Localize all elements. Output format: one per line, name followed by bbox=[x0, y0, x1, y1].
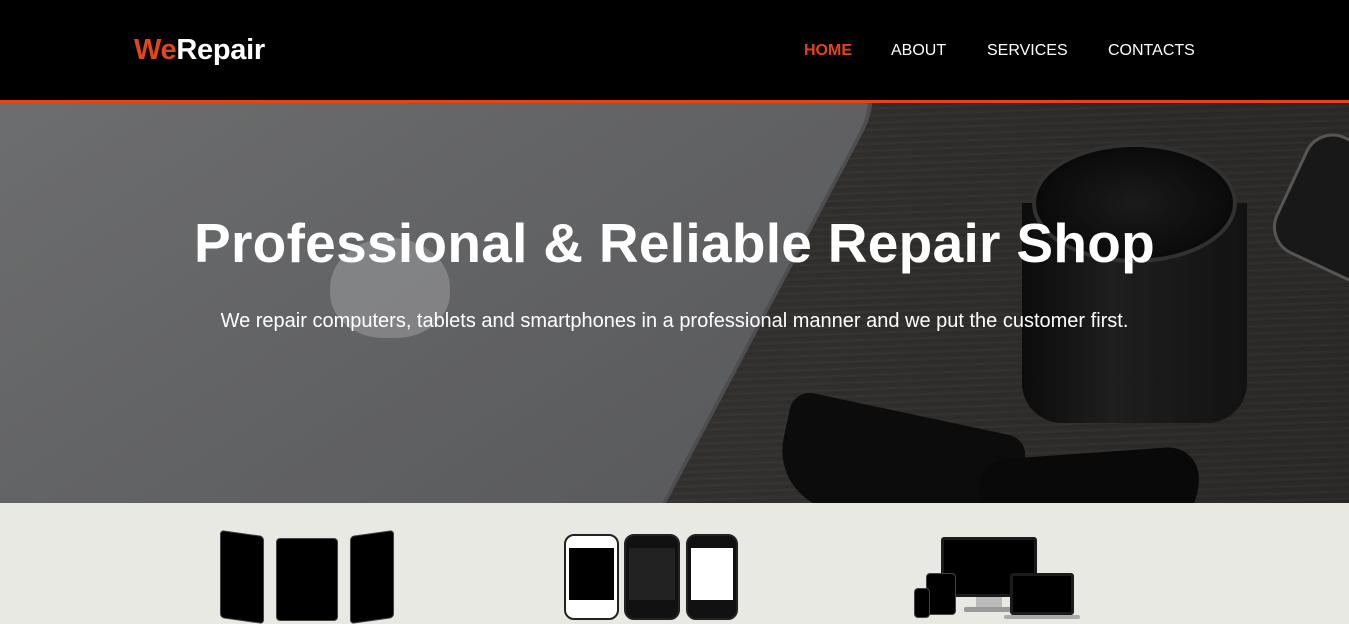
hero-subtitle: We repair computers, tablets and smartph… bbox=[220, 310, 1129, 332]
nav-contacts[interactable]: CONTACTS bbox=[1108, 42, 1195, 60]
computers-icon bbox=[914, 533, 1084, 621]
tablets-icon bbox=[218, 529, 396, 624]
services-section bbox=[0, 503, 1349, 624]
hero-overlay bbox=[0, 103, 1349, 503]
nav-about[interactable]: ABOUT bbox=[891, 42, 946, 60]
nav-home[interactable]: HOME bbox=[804, 42, 852, 60]
hero-section: Professional & Reliable Repair Shop We r… bbox=[0, 103, 1349, 503]
hero-title: Professional & Reliable Repair Shop bbox=[193, 212, 1156, 274]
logo-part-repair: Repair bbox=[176, 34, 265, 66]
nav-services[interactable]: SERVICES bbox=[987, 42, 1068, 60]
site-header: WeRepair HOME ABOUT SERVICES CONTACTS bbox=[0, 0, 1349, 103]
site-logo[interactable]: WeRepair bbox=[134, 34, 265, 67]
smartphones-icon bbox=[563, 533, 741, 621]
logo-part-we: We bbox=[134, 34, 177, 66]
